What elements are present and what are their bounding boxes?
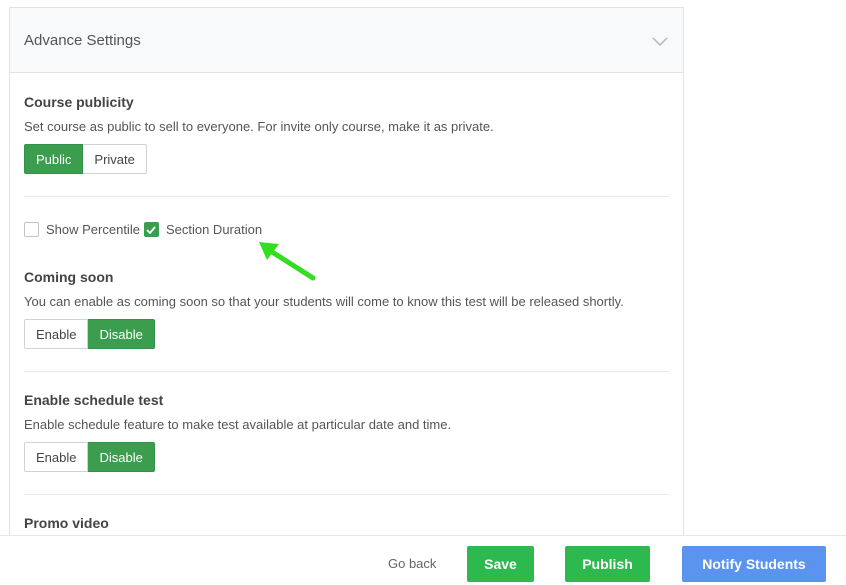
display-options: Show Percentile Section Duration [24,222,670,237]
section-description: You can enable as coming soon so that yo… [24,294,624,309]
divider [24,494,670,495]
schedule-test-section: Enable schedule test Enable schedule fea… [24,392,670,472]
panel-header[interactable]: Advance Settings [10,8,683,73]
public-button[interactable]: Public [24,144,84,174]
section-duration-label[interactable]: Section Duration [166,222,262,237]
coming-soon-toggle: Enable Disable [24,319,155,349]
divider [24,196,670,197]
show-percentile-checkbox[interactable] [24,222,39,237]
chevron-down-icon[interactable] [651,33,669,51]
advance-settings-panel: Advance Settings Course publicity Set co… [9,7,684,547]
go-back-link[interactable]: Go back [388,556,436,571]
publish-button[interactable]: Publish [565,546,650,582]
promo-video-section: Promo video [24,515,670,531]
show-percentile-label[interactable]: Show Percentile [46,222,140,237]
arrow-icon [259,242,316,281]
enable-button[interactable]: Enable [24,319,89,349]
section-duration-checkbox[interactable] [143,222,159,237]
section-title: Coming soon [24,269,114,285]
footer-bar: Go back Save Publish Notify Students [0,535,846,585]
publicity-toggle: Public Private [24,144,147,174]
enable-button[interactable]: Enable [24,442,89,472]
section-description: Enable schedule feature to make test ava… [24,417,452,432]
divider [24,371,670,372]
course-publicity-section: Course publicity Set course as public to… [24,94,670,174]
check-icon [146,225,157,234]
private-button[interactable]: Private [83,144,147,174]
section-title: Promo video [24,515,109,531]
disable-button[interactable]: Disable [88,442,155,472]
save-button[interactable]: Save [467,546,534,582]
section-title: Enable schedule test [24,392,164,408]
panel-title: Advance Settings [24,31,141,49]
notify-students-button[interactable]: Notify Students [682,546,826,582]
coming-soon-section: Coming soon You can enable as coming soo… [24,269,670,349]
schedule-test-toggle: Enable Disable [24,442,155,472]
section-title: Course publicity [24,94,134,110]
section-description: Set course as public to sell to everyone… [24,119,494,134]
disable-button[interactable]: Disable [88,319,155,349]
